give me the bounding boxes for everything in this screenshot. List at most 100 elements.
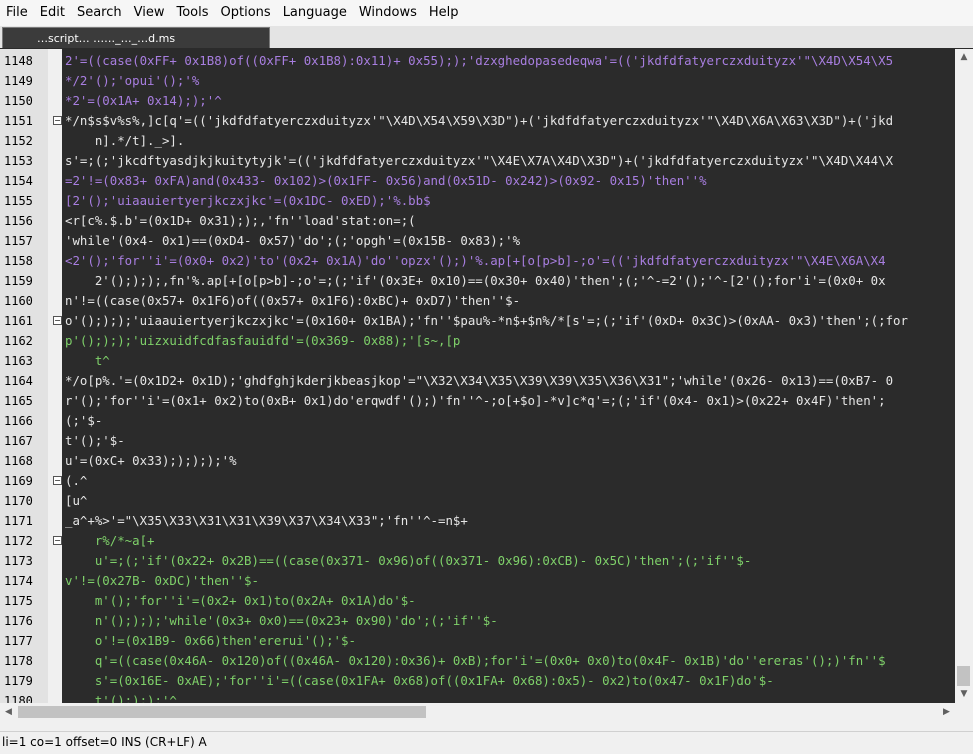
line-number: 1180: [4, 694, 33, 703]
code-text: r'();'for''i'=(0x1+ 0x2)to(0xB+ 0x1)do'e…: [65, 393, 886, 408]
code-text: [u^: [65, 493, 88, 508]
scroll-left-icon[interactable]: ◀: [0, 703, 17, 721]
horizontal-scroll-thumb[interactable]: [18, 706, 426, 718]
line-number: 1164: [4, 374, 33, 388]
menu-item-windows[interactable]: Windows: [353, 0, 423, 26]
code-line[interactable]: 1172 − r%/*~a[+: [4, 531, 955, 551]
code-text: t'();););'^: [65, 693, 177, 703]
line-number: 1178: [4, 654, 33, 668]
file-tab[interactable]: …script… ……_…_…d.ms: [2, 27, 270, 48]
code-text: m'();'for''i'=(0x2+ 0x1)to(0x2A+ 0x1A)do…: [65, 593, 416, 608]
tab-strip: …script… ……_…_…d.ms: [0, 26, 973, 49]
code-text: 2'=((case(0xFF+ 0x1B8)of((0xFF+ 0x1B8):0…: [65, 53, 894, 68]
code-line[interactable]: 1175 m'();'for''i'=(0x2+ 0x1)to(0x2A+ 0x…: [4, 591, 955, 611]
code-line[interactable]: 1152 n].*/t]._>].: [4, 131, 955, 151]
line-number: 1155: [4, 194, 33, 208]
line-number: 1153: [4, 154, 33, 168]
line-number: 1174: [4, 574, 33, 588]
code-line[interactable]: 1177 o'!=(0x1B9- 0x66)then'ererui'();'$-: [4, 631, 955, 651]
fold-toggle-icon[interactable]: −: [53, 316, 62, 325]
code-text: p'();););'uizxuidfcdfasfauidfd'=(0x369- …: [65, 333, 461, 348]
code-line[interactable]: 1160 n'!=((case(0x57+ 0x1F6)of((0x57+ 0x1…: [4, 291, 955, 311]
code-text: s'=(0x16E- 0xAE);'for''i'=((case(0x1FA+ …: [65, 673, 774, 688]
line-number: 1158: [4, 254, 33, 268]
line-number: 1163: [4, 354, 33, 368]
code-text: t'();'$-: [65, 433, 125, 448]
code-line[interactable]: 1169 − (.^: [4, 471, 955, 491]
code-line[interactable]: 1148 2'=((case(0xFF+ 0x1B8)of((0xFF+ 0x1B…: [4, 51, 955, 71]
menu-item-search[interactable]: Search: [71, 0, 128, 26]
line-number: 1177: [4, 634, 33, 648]
code-line[interactable]: 1171 _a^+%>'="\X35\X33\X31\X31\X39\X37\X3…: [4, 511, 955, 531]
code-line[interactable]: 1179 s'=(0x16E- 0xAE);'for''i'=((case(0x…: [4, 671, 955, 691]
code-area[interactable]: 1148 2'=((case(0xFF+ 0x1B8)of((0xFF+ 0x1B…: [4, 49, 955, 703]
code-text: v'!=(0x27B- 0xDC)'then''$-: [65, 573, 259, 588]
code-line[interactable]: 1166 (;'$-: [4, 411, 955, 431]
code-text: */2'();'opui'();'%: [65, 73, 200, 88]
fold-toggle-icon[interactable]: −: [53, 536, 62, 545]
code-text: o'();););'uiaauiertyerjkczxjkc'=(0x160+ …: [65, 313, 908, 328]
code-text: r%/*~a[+: [65, 533, 155, 548]
line-number: 1148: [4, 54, 33, 68]
code-text: t^: [65, 353, 110, 368]
menu-item-options[interactable]: Options: [215, 0, 277, 26]
menu-item-edit[interactable]: Edit: [34, 0, 71, 26]
code-line[interactable]: 1157 'while'(0x4- 0x1)==(0xD4- 0x57)'do';…: [4, 231, 955, 251]
line-number: 1168: [4, 454, 33, 468]
code-line[interactable]: 1162 p'();););'uizxuidfcdfasfauidfd'=(0x3…: [4, 331, 955, 351]
menu-item-language[interactable]: Language: [277, 0, 353, 26]
fold-toggle-icon[interactable]: −: [53, 116, 62, 125]
scroll-up-icon[interactable]: ▲: [955, 49, 973, 66]
horizontal-scrollbar[interactable]: ◀ ▶: [0, 703, 955, 721]
line-number: 1161: [4, 314, 33, 328]
code-line[interactable]: 1165 r'();'for''i'=(0x1+ 0x2)to(0xB+ 0x1)…: [4, 391, 955, 411]
code-line[interactable]: 1158 <2'();'for''i'=(0x0+ 0x2)'to'(0x2+ 0…: [4, 251, 955, 271]
code-text: o'!=(0x1B9- 0x66)then'ererui'();'$-: [65, 633, 356, 648]
menu-item-view[interactable]: View: [128, 0, 171, 26]
line-number: 1152: [4, 134, 33, 148]
code-editor[interactable]: 1148 2'=((case(0xFF+ 0x1B8)of((0xFF+ 0x1B…: [0, 49, 955, 703]
line-number: 1160: [4, 294, 33, 308]
code-text: s'=;(;'jkcdftyasdjkjkuitytyjk'=(('jkdfdf…: [65, 153, 894, 168]
code-line[interactable]: 1178 q'=((case(0x46A- 0x120)of((0x46A- 0…: [4, 651, 955, 671]
scroll-down-icon[interactable]: ▼: [955, 686, 973, 703]
code-line[interactable]: 1174 v'!=(0x27B- 0xDC)'then''$-: [4, 571, 955, 591]
line-number: 1154: [4, 174, 33, 188]
menu-item-tools[interactable]: Tools: [170, 0, 214, 26]
code-text: (.^: [65, 473, 88, 488]
code-line[interactable]: 1150 *2'=(0x1A+ 0x14););'^: [4, 91, 955, 111]
line-number: 1171: [4, 514, 33, 528]
menu-item-help[interactable]: Help: [423, 0, 465, 26]
code-line[interactable]: 1161 − o'();););'uiaauiertyerjkczxjkc'=(0x…: [4, 311, 955, 331]
code-text: n].*/t]._>].: [65, 133, 185, 148]
code-text: */o[p%.'=(0x1D2+ 0x1D);'ghdfghjkderjkbea…: [65, 373, 894, 388]
code-line[interactable]: 1159 2'();););,fn'%.ap[+[o[p>b]-;o'=;(;'…: [4, 271, 955, 291]
code-line[interactable]: 1180 t'();););'^: [4, 691, 955, 703]
code-line[interactable]: 1155 [2'();'uiaauiertyerjkczxjkc'=(0x1DC-…: [4, 191, 955, 211]
line-number: 1165: [4, 394, 33, 408]
line-number: 1176: [4, 614, 33, 628]
fold-toggle-icon[interactable]: −: [53, 476, 62, 485]
code-line[interactable]: 1167 t'();'$-: [4, 431, 955, 451]
code-line[interactable]: 1176 n'();););'while'(0x3+ 0x0)==(0x23+ …: [4, 611, 955, 631]
line-number: 1150: [4, 94, 33, 108]
code-line[interactable]: 1170 [u^: [4, 491, 955, 511]
code-line[interactable]: 1156 <r[c%.$.b'=(0x1D+ 0x31););,'fn''load…: [4, 211, 955, 231]
line-number: 1169: [4, 474, 33, 488]
menu-item-file[interactable]: File: [0, 0, 34, 26]
status-bar: li=1 co=1 offset=0 INS (CR+LF) A: [0, 731, 973, 754]
line-number: 1173: [4, 554, 33, 568]
code-line[interactable]: 1163 t^: [4, 351, 955, 371]
vertical-scroll-thumb[interactable]: [957, 666, 970, 686]
code-line[interactable]: 1151 − */n$s$v%s%,]c[q'=(('jkdfdfatyerczxd…: [4, 111, 955, 131]
code-line[interactable]: 1149 */2'();'opui'();'%: [4, 71, 955, 91]
code-line[interactable]: 1164 */o[p%.'=(0x1D2+ 0x1D);'ghdfghjkderj…: [4, 371, 955, 391]
vertical-scrollbar[interactable]: ▲ ▼: [955, 49, 973, 703]
code-line[interactable]: 1168 u'=(0xC+ 0x33););););'%: [4, 451, 955, 471]
code-line[interactable]: 1173 u'=;(;'if'(0x22+ 0x2B)==((case(0x37…: [4, 551, 955, 571]
code-line[interactable]: 1154 =2'!=(0x83+ 0xFA)and(0x433- 0x102)>(…: [4, 171, 955, 191]
code-line[interactable]: 1153 s'=;(;'jkcdftyasdjkjkuitytyjk'=(('jk…: [4, 151, 955, 171]
scroll-right-icon[interactable]: ▶: [938, 703, 955, 721]
line-number: 1159: [4, 274, 33, 288]
line-number: 1166: [4, 414, 33, 428]
